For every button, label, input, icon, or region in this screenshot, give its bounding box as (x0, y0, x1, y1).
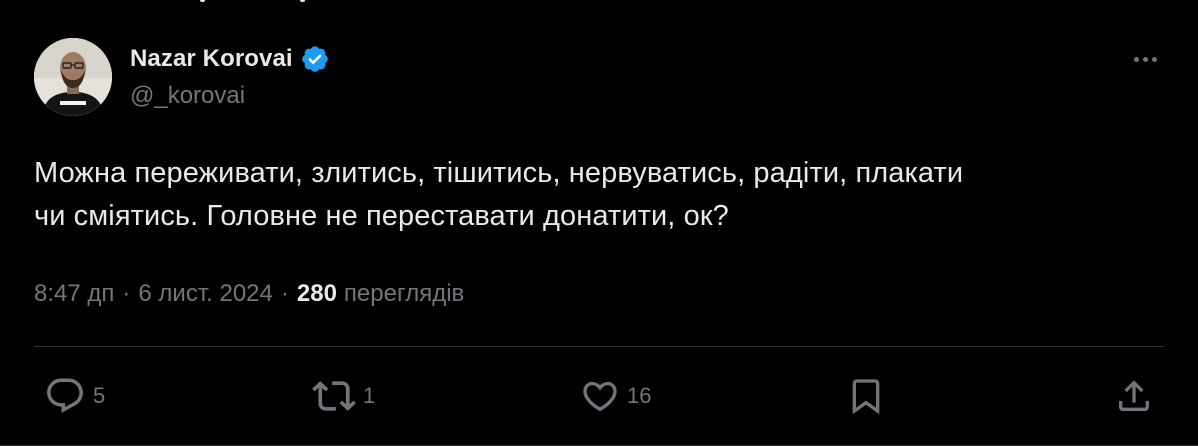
verified-badge-icon[interactable] (300, 44, 330, 74)
retweet-count: 1 (363, 383, 376, 408)
more-dot-icon (1142, 56, 1148, 62)
user-handle[interactable]: @_korovai (130, 82, 330, 110)
like-count: 16 (627, 383, 652, 408)
tweet-text-line: чи сміятись. Головне не переставати дона… (34, 200, 729, 232)
heart-icon (580, 376, 620, 416)
like-button[interactable]: 16 (580, 368, 651, 424)
views-label[interactable]: переглядів (344, 280, 464, 308)
retweet-button[interactable]: 1 (312, 368, 375, 424)
tweet-text: Можна переживати, злитись, тішитись, нер… (34, 152, 1164, 238)
meta-separator: · (280, 280, 289, 307)
display-name[interactable]: Nazar Korovai (130, 45, 293, 73)
more-options-button[interactable] (1128, 46, 1162, 72)
meta-separator: · (122, 280, 131, 307)
reply-button[interactable]: 5 (44, 368, 105, 424)
retweet-icon (312, 374, 356, 418)
tweet-text-line: Можна переживати, злитись, тішитись, нер… (34, 157, 964, 189)
reply-count: 5 (93, 383, 106, 408)
author-header: Nazar Korovai @_korovai (130, 44, 330, 110)
bookmark-button[interactable] (846, 368, 886, 424)
tweet-time[interactable]: 8:47 дп (34, 280, 114, 308)
divider (34, 346, 1164, 347)
share-icon (1114, 376, 1154, 416)
reply-icon (44, 375, 86, 417)
tweet-date[interactable]: 6 лист. 2024 (138, 280, 272, 308)
avatar[interactable] (34, 38, 112, 116)
tweet-meta: 8:47 дп · 6 лист. 2024 · 280 переглядів (34, 280, 464, 308)
more-dot-icon (1151, 56, 1157, 62)
more-dot-icon (1133, 56, 1139, 62)
bookmark-icon (846, 376, 886, 416)
action-bar: 5 1 16 (0, 368, 1198, 424)
views-count[interactable]: 280 (297, 280, 337, 308)
cropped-previous-content (200, 0, 320, 4)
share-button[interactable] (1114, 368, 1154, 424)
